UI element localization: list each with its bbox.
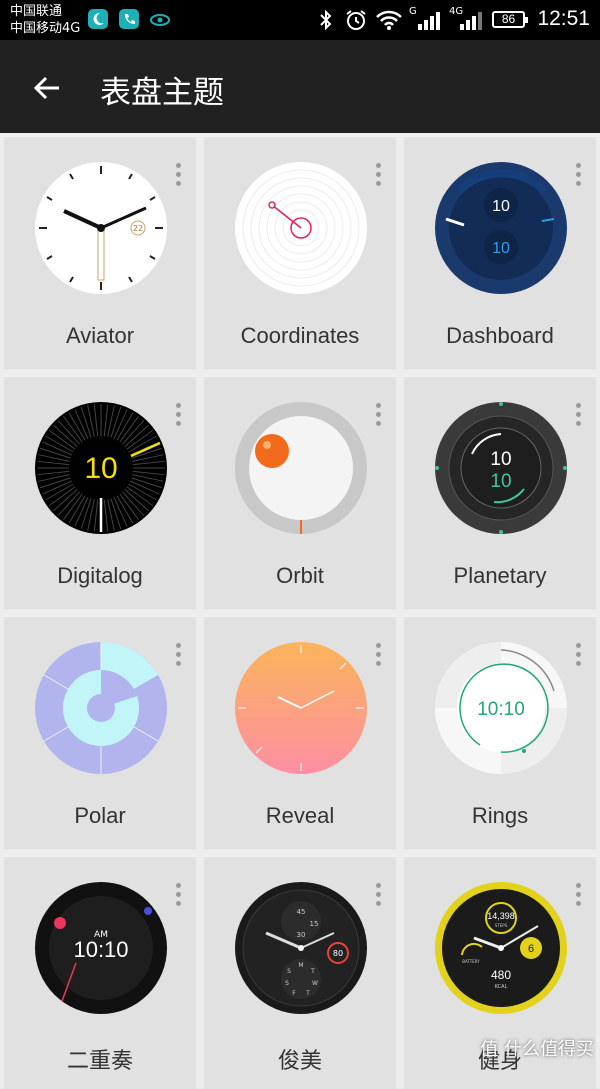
digitalog-watch-face: 10: [35, 402, 167, 534]
watch-face-card-aviator[interactable]: 22 Aviator: [4, 137, 196, 369]
watermark: 值 什么值得买: [480, 1035, 594, 1061]
clock: 12:51: [537, 7, 590, 30]
duet-watch-face: AM 10:10: [35, 882, 167, 1014]
dashboard-value-2: 10: [492, 240, 510, 257]
planetary-watch-face: 10 10: [435, 402, 567, 534]
sub-dial-bottom-label: M: [298, 962, 303, 969]
more-options-icon[interactable]: [376, 403, 382, 430]
status-bar: 中国联通 中国移动4G G 4G 86 12:51: [0, 0, 600, 40]
aviator-watch-face: 22: [35, 162, 167, 294]
watch-face-label: Digitalog: [57, 563, 143, 588]
more-options-icon[interactable]: [376, 643, 382, 670]
dashboard-value-1: 10: [492, 198, 510, 215]
watch-face-label: Polar: [74, 803, 126, 828]
watch-face-card-reveal[interactable]: Reveal: [204, 617, 396, 849]
wifi-icon: [375, 9, 403, 35]
sub-dial-bottom-label: S: [285, 980, 289, 987]
sub-dial-top-label: 15: [310, 920, 319, 928]
carrier-1: 中国联通: [10, 4, 63, 19]
watch-face-label: Dashboard: [446, 323, 554, 348]
watch-face-label: 二重奏: [66, 1048, 133, 1073]
watch-face-card-orbit[interactable]: Orbit: [204, 377, 396, 609]
watch-face-card-handsome[interactable]: 45 15 30 M T W T F S S 80 俊美: [204, 857, 396, 1089]
sub-dial-top-label: 30: [297, 931, 306, 939]
more-options-icon[interactable]: [576, 883, 582, 910]
coordinates-watch-face: [235, 162, 367, 294]
planetary-value-2: 10: [490, 471, 511, 492]
more-options-icon[interactable]: [176, 403, 182, 430]
fitness-badge: 6: [528, 943, 534, 955]
app-bar: 表盘主题: [0, 40, 600, 133]
more-options-icon[interactable]: [176, 643, 182, 670]
fitness-kcal: 480: [491, 968, 511, 982]
signal-2-icon: [458, 9, 484, 35]
more-options-icon[interactable]: [376, 883, 382, 910]
orbit-watch-face: [235, 402, 367, 534]
watch-face-label: Planetary: [453, 563, 547, 588]
handsome-watch-face: 45 15 30 M T W T F S S 80: [235, 882, 367, 1014]
fitness-watch-face: 14,398 STEPS 6 BATTERY 480 KCAL: [435, 882, 567, 1014]
back-button[interactable]: [32, 73, 62, 107]
more-options-icon[interactable]: [376, 163, 382, 190]
rings-time: 10:10: [477, 699, 525, 720]
watch-face-label: Orbit: [276, 563, 324, 588]
handsome-badge: 80: [333, 949, 343, 958]
fitness-battery-label: BATTERY: [462, 959, 480, 964]
more-options-icon[interactable]: [576, 163, 582, 190]
polar-watch-face: [35, 642, 167, 774]
fitness-steps-label: STEPS: [495, 923, 508, 928]
rings-watch-face: 10:10: [435, 642, 567, 774]
moon-app-icon: [88, 9, 108, 29]
sub-dial-bottom-label: S: [287, 968, 291, 975]
watch-face-label: Aviator: [65, 323, 135, 348]
carrier-2: 中国移动4G: [10, 21, 81, 36]
phone-app-icon: [119, 9, 139, 29]
sub-dial-bottom-label: T: [305, 990, 310, 997]
more-options-icon[interactable]: [576, 403, 582, 430]
more-options-icon[interactable]: [176, 163, 182, 190]
sub-dial-bottom-label: F: [292, 990, 296, 997]
watermark-text: 值 什么值得买: [480, 1039, 594, 1060]
aviator-complication: 22: [133, 224, 143, 233]
battery-indicator: 86: [492, 11, 528, 28]
sub-dial-bottom-label: W: [312, 980, 318, 987]
sub-dial-top-label: 45: [297, 908, 306, 916]
watch-face-label: Reveal: [265, 803, 335, 828]
page-title: 表盘主题: [100, 75, 224, 111]
reveal-watch-face: [235, 642, 367, 774]
signal-1-icon: [416, 9, 442, 35]
alarm-icon: [344, 8, 368, 36]
watch-face-card-polar[interactable]: Polar: [4, 617, 196, 849]
watch-face-card-planetary[interactable]: 10 10 Planetary: [404, 377, 596, 609]
planetary-value-1: 10: [490, 449, 511, 470]
fitness-steps: 14,398: [487, 911, 515, 921]
watch-face-card-coordinates[interactable]: Coordinates: [204, 137, 396, 369]
more-options-icon[interactable]: [176, 883, 182, 910]
bluetooth-icon: [318, 9, 334, 35]
dashboard-watch-face: 10 10: [435, 162, 567, 294]
watch-face-label: 俊美: [277, 1048, 322, 1073]
digitalog-value: 10: [84, 452, 117, 485]
watch-face-card-dashboard[interactable]: 10 10 Dashboard: [404, 137, 596, 369]
watch-face-card-duet[interactable]: AM 10:10 二重奏: [4, 857, 196, 1089]
watch-face-label: Coordinates: [240, 323, 360, 348]
more-options-icon[interactable]: [576, 643, 582, 670]
watch-face-card-rings[interactable]: 10:10 Rings: [404, 617, 596, 849]
arrow-left-icon: [33, 76, 59, 100]
watch-face-card-digitalog[interactable]: 10 Digitalog: [4, 377, 196, 609]
eye-icon: [149, 10, 171, 34]
duet-time: 10:10: [73, 937, 128, 962]
watch-face-label: Rings: [471, 803, 529, 828]
fitness-kcal-label: KCAL: [495, 984, 508, 990]
sub-dial-bottom-label: T: [310, 968, 315, 975]
